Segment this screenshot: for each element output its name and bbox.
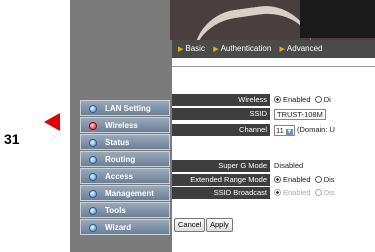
ssidbc-value: Enabled Dis (272, 187, 375, 199)
chevron-down-icon: ▼ (285, 129, 293, 136)
bullet-icon (89, 156, 97, 164)
wireless-enabled-radio[interactable] (274, 96, 281, 103)
extrange-enabled-radio[interactable] (274, 176, 281, 183)
tab-label: Advanced (286, 44, 323, 53)
extrange-disabled-text: Dis (323, 175, 335, 184)
ssidbc-disabled-text: Dis (323, 188, 335, 197)
ssidbc-disabled-radio[interactable] (314, 189, 322, 196)
ssid-label: SSID (172, 108, 270, 120)
bullet-icon (89, 173, 97, 181)
channel-domain: (Domain: U (296, 125, 335, 134)
sidebar-item-wireless[interactable]: Wireless (80, 117, 170, 133)
channel-selected: 11 (276, 126, 284, 135)
red-arrow-left-icon (44, 113, 60, 131)
sidebar-nav: LAN Setting Wireless Status Routing Access Ma… (80, 100, 170, 236)
triangle-right-icon: ▶ (178, 46, 184, 53)
wireless-disabled-radio[interactable] (314, 96, 322, 103)
cancel-button[interactable]: Cancel (174, 218, 206, 232)
ssidbc-enabled-text: Enabled (283, 188, 311, 197)
tab-authentication[interactable]: ▶ Authentication (213, 40, 271, 59)
ssidbc-row: SSID Broadcast Enabled Dis (172, 187, 375, 199)
sidebar-item-label: Management (105, 189, 154, 198)
sidebar-item-status[interactable]: Status (80, 134, 170, 150)
sidebar-item-wizard[interactable]: Wizard (80, 219, 170, 235)
sidebar-item-lan-setting[interactable]: LAN Setting (80, 100, 170, 116)
tab-advanced[interactable]: ▶ Advanced (280, 40, 323, 59)
channel-value: 11 ▼ (Domain: U (272, 124, 375, 136)
triangle-right-icon: ▶ (213, 46, 219, 53)
wireless-label: Wireless (172, 94, 270, 106)
brand-header (170, 0, 375, 65)
sidebar-item-management[interactable]: Management (80, 185, 170, 201)
extrange-value: Enabled Dis (272, 174, 375, 186)
sidebar-item-label: Access (105, 172, 134, 181)
sidebar-item-label: Wizard (105, 223, 132, 232)
channel-row: Channel 11 ▼ (Domain: U (172, 124, 375, 136)
ssidbc-enabled-radio[interactable] (274, 189, 281, 196)
callout-number: 31 (4, 131, 20, 147)
sidebar-item-label: Tools (105, 206, 126, 215)
bullet-active-icon (89, 122, 97, 130)
bullet-icon (89, 139, 97, 147)
wireless-row: Wireless Enabled Di (172, 94, 375, 106)
sidebar-item-routing[interactable]: Routing (80, 151, 170, 167)
divider (172, 66, 375, 67)
extrange-disabled-radio[interactable] (314, 176, 322, 183)
wireless-value: Enabled Di (272, 94, 375, 106)
extrange-label: Extended Range Mode (172, 174, 270, 186)
sidebar-item-tools[interactable]: Tools (80, 202, 170, 218)
extrange-row: Extended Range Mode Enabled Dis (172, 174, 375, 186)
bullet-icon (89, 207, 97, 215)
superg-label: Super G Mode (172, 160, 270, 172)
ssidbc-label: SSID Broadcast (172, 187, 270, 199)
tab-label: Basic (185, 44, 205, 53)
superg-row: Super G Mode Disabled (172, 160, 375, 172)
channel-label: Channel (172, 124, 270, 136)
channel-select[interactable]: 11 ▼ (274, 125, 295, 136)
bullet-icon (89, 190, 97, 198)
bullet-icon (89, 105, 97, 113)
ssid-value: TRUST-108M (272, 108, 375, 120)
triangle-right-icon: ▶ (279, 46, 285, 53)
sidebar-item-label: Status (105, 138, 130, 147)
bullet-icon (89, 224, 97, 232)
wireless-enabled-text: Enabled (283, 95, 311, 104)
sidebar-item-label: Wireless (105, 121, 138, 130)
wireless-disabled-text: Di (323, 95, 331, 104)
apply-button[interactable]: Apply (206, 218, 233, 232)
ssid-input[interactable]: TRUST-108M (274, 109, 326, 120)
tab-basic[interactable]: ▶ Basic (178, 40, 205, 59)
header-dark-panel (300, 0, 375, 38)
tab-label: Authentication (220, 44, 272, 53)
sidebar-item-access[interactable]: Access (80, 168, 170, 184)
extrange-enabled-text: Enabled (283, 175, 311, 184)
sidebar-item-label: LAN Setting (105, 104, 151, 113)
superg-value: Disabled (272, 160, 375, 172)
tab-bar: ▶ Basic ▶ Authentication ▶ Advanced (172, 40, 375, 58)
ssid-row: SSID TRUST-108M (172, 108, 375, 120)
sidebar-item-label: Routing (105, 155, 136, 164)
